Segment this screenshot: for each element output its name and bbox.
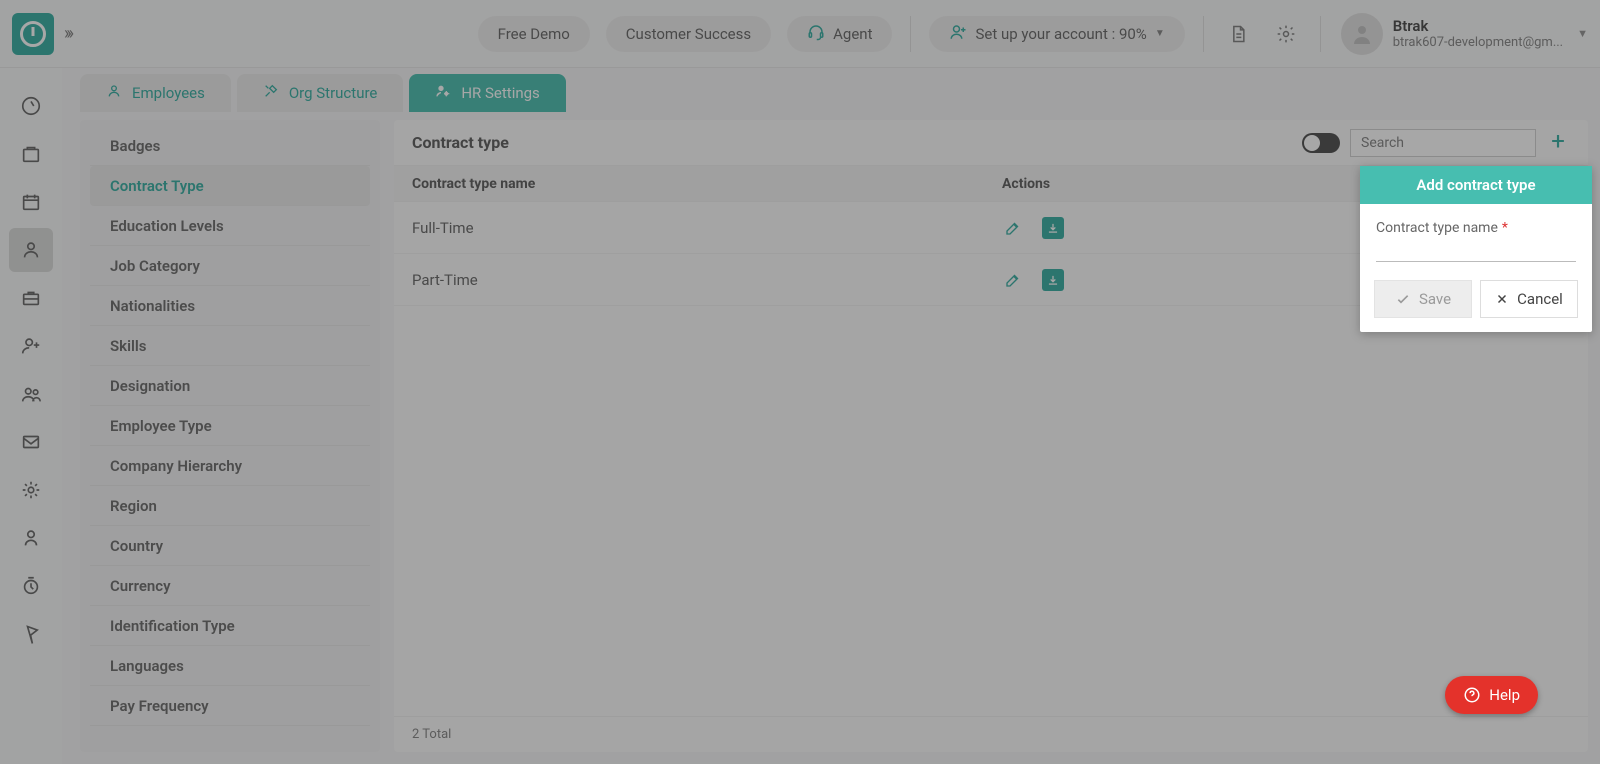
archive-button[interactable] xyxy=(1042,269,1064,291)
add-contract-type-button[interactable]: + xyxy=(1546,131,1570,155)
document-icon[interactable] xyxy=(1228,24,1248,44)
sidebar-item-employee-type[interactable]: Employee Type xyxy=(90,406,370,446)
user-plus-icon xyxy=(949,23,967,45)
left-nav-rail xyxy=(0,68,62,764)
edit-button[interactable] xyxy=(1002,269,1024,291)
save-button[interactable]: Save xyxy=(1374,280,1472,318)
contract-type-name-label: Contract type name* xyxy=(1376,220,1576,236)
rail-hr[interactable] xyxy=(9,228,53,272)
sidebar-item-pay-frequency[interactable]: Pay Frequency xyxy=(90,686,370,726)
tab-employees-label: Employees xyxy=(132,84,205,102)
required-marker: * xyxy=(1502,220,1508,236)
contract-type-name-input[interactable] xyxy=(1376,238,1576,262)
sidebar-item-company-hierarchy[interactable]: Company Hierarchy xyxy=(90,446,370,486)
tab-employees[interactable]: Employees xyxy=(80,74,231,112)
account-dropdown-icon[interactable]: ▼ xyxy=(1577,27,1588,40)
edit-button[interactable] xyxy=(1002,217,1024,239)
rail-people[interactable] xyxy=(9,372,53,416)
add-contract-type-popover: Add contract type Contract type name* Sa… xyxy=(1360,166,1592,332)
settings-gear-icon[interactable] xyxy=(1276,24,1296,44)
col-header-name: Contract type name xyxy=(412,176,1002,192)
rail-location[interactable] xyxy=(9,612,53,656)
cancel-button[interactable]: Cancel xyxy=(1480,280,1578,318)
row-name: Full-Time xyxy=(412,219,1002,237)
rail-clock[interactable] xyxy=(9,564,53,608)
tools-icon xyxy=(263,83,279,103)
check-icon xyxy=(1395,291,1411,307)
save-label: Save xyxy=(1419,290,1451,308)
help-button[interactable]: Help xyxy=(1445,676,1538,714)
close-icon xyxy=(1495,292,1509,306)
rail-briefcase[interactable] xyxy=(9,276,53,320)
sidebar-item-currency[interactable]: Currency xyxy=(90,566,370,606)
tab-hr-settings[interactable]: HR Settings xyxy=(409,74,565,112)
grid-footer: 2 Total xyxy=(394,716,1588,752)
setup-account-label: Set up your account : 90% xyxy=(975,25,1146,43)
sidebar-item-languages[interactable]: Languages xyxy=(90,646,370,686)
top-header: ››› Free Demo Customer Success Agent Set… xyxy=(0,0,1600,68)
help-label: Help xyxy=(1489,686,1520,704)
user-gear-icon xyxy=(435,83,451,103)
sidebar-item-education-levels[interactable]: Education Levels xyxy=(90,206,370,246)
cancel-label: Cancel xyxy=(1517,290,1563,308)
sidebar-item-region[interactable]: Region xyxy=(90,486,370,526)
panel-title: Contract type xyxy=(412,133,509,152)
user-avatar-icon xyxy=(1341,13,1383,55)
agent-button[interactable]: Agent xyxy=(787,16,892,52)
sidebar-item-skills[interactable]: Skills xyxy=(90,326,370,366)
popover-title: Add contract type xyxy=(1360,166,1592,204)
free-demo-label: Free Demo xyxy=(498,25,570,43)
archived-toggle[interactable] xyxy=(1302,133,1340,153)
customer-success-label: Customer Success xyxy=(626,25,751,43)
account-name: Btrak xyxy=(1393,17,1563,35)
rail-settings[interactable] xyxy=(9,468,53,512)
person-icon xyxy=(106,83,122,103)
sidebar-item-job-category[interactable]: Job Category xyxy=(90,246,370,286)
sidebar-item-designation[interactable]: Designation xyxy=(90,366,370,406)
archive-button[interactable] xyxy=(1042,217,1064,239)
chevron-down-icon: ▼ xyxy=(1155,28,1165,39)
app-logo[interactable] xyxy=(12,13,54,55)
free-demo-button[interactable]: Free Demo xyxy=(478,16,590,52)
col-header-actions: Actions xyxy=(1002,176,1202,192)
row-name: Part-Time xyxy=(412,271,1002,289)
hr-settings-sidebar: BadgesContract TypeEducation LevelsJob C… xyxy=(80,120,380,752)
grid-total-label: 2 Total xyxy=(412,727,451,742)
nav-expand-icon[interactable]: ››› xyxy=(64,23,71,44)
rail-calendar[interactable] xyxy=(9,180,53,224)
rail-profile[interactable] xyxy=(9,516,53,560)
sidebar-item-badges[interactable]: Badges xyxy=(90,126,370,166)
tab-hr-settings-label: HR Settings xyxy=(461,84,539,102)
agent-label: Agent xyxy=(833,25,872,43)
rail-add-user[interactable] xyxy=(9,324,53,368)
sidebar-item-country[interactable]: Country xyxy=(90,526,370,566)
search-input[interactable] xyxy=(1350,129,1536,157)
account-email: btrak607-development@gm... xyxy=(1393,35,1563,50)
rail-dashboard[interactable] xyxy=(9,84,53,128)
hr-tabs: Employees Org Structure HR Settings xyxy=(62,68,1600,112)
account-menu[interactable]: Btrak btrak607-development@gm... xyxy=(1341,13,1563,55)
tab-org-structure[interactable]: Org Structure xyxy=(237,74,404,112)
customer-success-button[interactable]: Customer Success xyxy=(606,16,771,52)
tab-org-structure-label: Org Structure xyxy=(289,84,378,102)
rail-projects[interactable] xyxy=(9,132,53,176)
setup-account-button[interactable]: Set up your account : 90% ▼ xyxy=(929,16,1184,52)
help-icon xyxy=(1463,686,1481,704)
sidebar-item-nationalities[interactable]: Nationalities xyxy=(90,286,370,326)
rail-mail[interactable] xyxy=(9,420,53,464)
headset-icon xyxy=(807,23,825,45)
sidebar-item-contract-type[interactable]: Contract Type xyxy=(90,166,370,206)
sidebar-item-identification-type[interactable]: Identification Type xyxy=(90,606,370,646)
